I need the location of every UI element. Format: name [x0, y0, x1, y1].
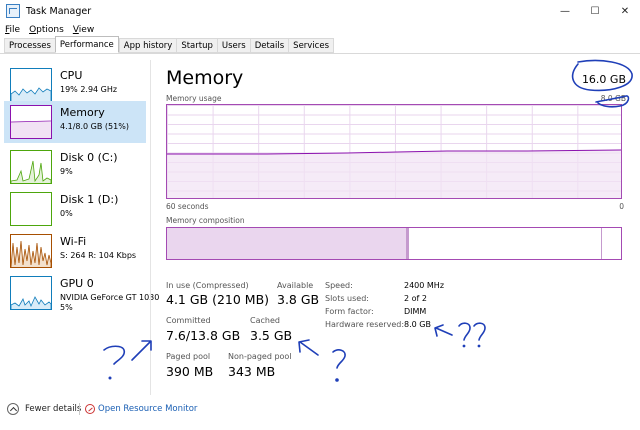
non-paged-pool-value: 343 MB [228, 364, 276, 379]
committed-label: Committed [166, 316, 211, 325]
axis-left-label: 60 seconds [166, 202, 209, 211]
disk1-thumbnail [10, 192, 52, 226]
available-value: 3.8 GB [277, 292, 320, 307]
wifi-thumbnail [10, 234, 52, 268]
chevron-up-icon[interactable] [7, 403, 19, 415]
memory-thumbnail [10, 105, 52, 139]
page-title: Memory [166, 67, 244, 89]
paged-pool-value: 390 MB [166, 364, 214, 379]
memory-usage-line [167, 149, 621, 198]
memory-usage-graph [166, 104, 622, 199]
cpu-thumbnail [10, 68, 52, 102]
sidebar-item-detail-2: 5% [60, 303, 73, 312]
spec-form-factor-label: Form factor: [325, 307, 374, 316]
spec-slots-value: 2 of 2 [404, 294, 427, 303]
spec-slots-label: Slots used: [325, 294, 369, 303]
resource-monitor-icon[interactable] [85, 404, 95, 414]
memory-composition-label: Memory composition [166, 216, 245, 225]
spec-speed-value: 2400 MHz [404, 281, 445, 290]
sidebar-item-name: GPU 0 [60, 277, 94, 290]
maximize-button[interactable]: ☐ [580, 0, 610, 22]
paged-pool-label: Paged pool [166, 352, 211, 361]
sidebar-item-memory[interactable]: Memory 4.1/8.0 GB (51%) [4, 101, 146, 143]
sidebar-item-detail: 4.1/8.0 GB (51%) [60, 122, 129, 131]
tab-users[interactable]: Users [216, 38, 250, 53]
non-paged-pool-label: Non-paged pool [228, 352, 292, 361]
menu-options[interactable]: Options [29, 25, 64, 35]
memory-usage-label: Memory usage [166, 94, 222, 103]
fewer-details-link[interactable]: Fewer details [25, 404, 81, 414]
disk0-thumbnail [10, 150, 52, 184]
memory-composition-bar [166, 227, 622, 260]
close-button[interactable]: ✕ [610, 0, 640, 22]
total-memory: 16.0 GB [581, 73, 626, 86]
tab-services[interactable]: Services [288, 38, 335, 53]
resource-list: CPU 19% 2.94 GHz Memory 4.1/8.0 GB (51%)… [0, 60, 159, 395]
in-use-label: In use (Compressed) [166, 281, 249, 290]
panel-splitter[interactable] [150, 60, 151, 395]
menu-file[interactable]: File [5, 25, 20, 35]
tab-app-history[interactable]: App history [118, 38, 177, 53]
sidebar-item-name: Disk 0 (C:) [60, 151, 118, 164]
spec-hardware-reserved-value: 8.0 GB [404, 320, 431, 329]
tab-startup[interactable]: Startup [176, 38, 217, 53]
annotation-question-right-2 [473, 322, 486, 341]
annotation-arrow-cached [298, 339, 319, 356]
cached-label: Cached [250, 316, 280, 325]
minimize-button[interactable]: — [550, 0, 580, 22]
spec-hardware-reserved-label: Hardware reserved: [325, 320, 405, 329]
sidebar-item-name: Disk 1 (D:) [60, 193, 119, 206]
sidebar-item-detail: 0% [60, 209, 73, 218]
sidebar-item-name: CPU [60, 69, 83, 82]
sidebar-item-gpu[interactable]: GPU 0 NVIDIA GeForce GT 1030 5% [4, 272, 159, 322]
task-manager-icon [6, 4, 20, 18]
in-use-value: 4.1 GB (210 MB) [166, 292, 270, 307]
tab-details[interactable]: Details [249, 38, 289, 53]
committed-value: 7.6/13.8 GB [166, 328, 241, 343]
title-bar: Task Manager — ☐ ✕ [0, 0, 640, 22]
sidebar-item-detail: NVIDIA GeForce GT 1030 [60, 293, 160, 302]
spec-form-factor-value: DIMM [404, 307, 427, 316]
sidebar-item-name: Wi-Fi [60, 235, 87, 248]
axis-right-label: 0 [619, 202, 624, 211]
composition-in-use[interactable] [167, 228, 406, 259]
sidebar-item-detail: S: 264 R: 104 Kbps [60, 251, 137, 260]
composition-standby[interactable] [601, 228, 602, 259]
available-label: Available [277, 281, 314, 290]
menu-view[interactable]: View [73, 25, 94, 35]
tab-strip: Processes Performance App history Startu… [4, 36, 335, 53]
sidebar-item-disk1[interactable]: Disk 1 (D:) 0% [4, 188, 146, 230]
sidebar-item-disk0[interactable]: Disk 0 (C:) 9% [4, 146, 146, 188]
sidebar-item-cpu[interactable]: CPU 19% 2.94 GHz [4, 64, 146, 106]
tab-processes[interactable]: Processes [4, 38, 55, 53]
tab-divider [0, 53, 640, 54]
open-resource-monitor-link[interactable]: Open Resource Monitor [98, 404, 197, 414]
memory-usage-max: 8.0 GB [600, 94, 626, 103]
annotation-question-right-1 [458, 322, 471, 341]
sidebar-item-detail: 19% 2.94 GHz [60, 85, 118, 94]
composition-modified[interactable] [406, 228, 409, 259]
sidebar-item-detail: 9% [60, 167, 73, 176]
annotation-question-mid [332, 349, 346, 369]
window-title: Task Manager [26, 5, 92, 17]
annotation-arrow-reserved [434, 324, 453, 337]
gpu-thumbnail [10, 276, 52, 310]
sidebar-item-name: Memory [60, 106, 105, 119]
menu-bar: File Options View [0, 22, 640, 37]
cached-value: 3.5 GB [250, 328, 293, 343]
sidebar-item-wifi[interactable]: Wi-Fi S: 264 R: 104 Kbps [4, 230, 146, 272]
footer-separator [79, 403, 80, 415]
spec-speed-label: Speed: [325, 281, 353, 290]
window-controls: — ☐ ✕ [550, 0, 640, 22]
tab-performance[interactable]: Performance [54, 36, 119, 53]
